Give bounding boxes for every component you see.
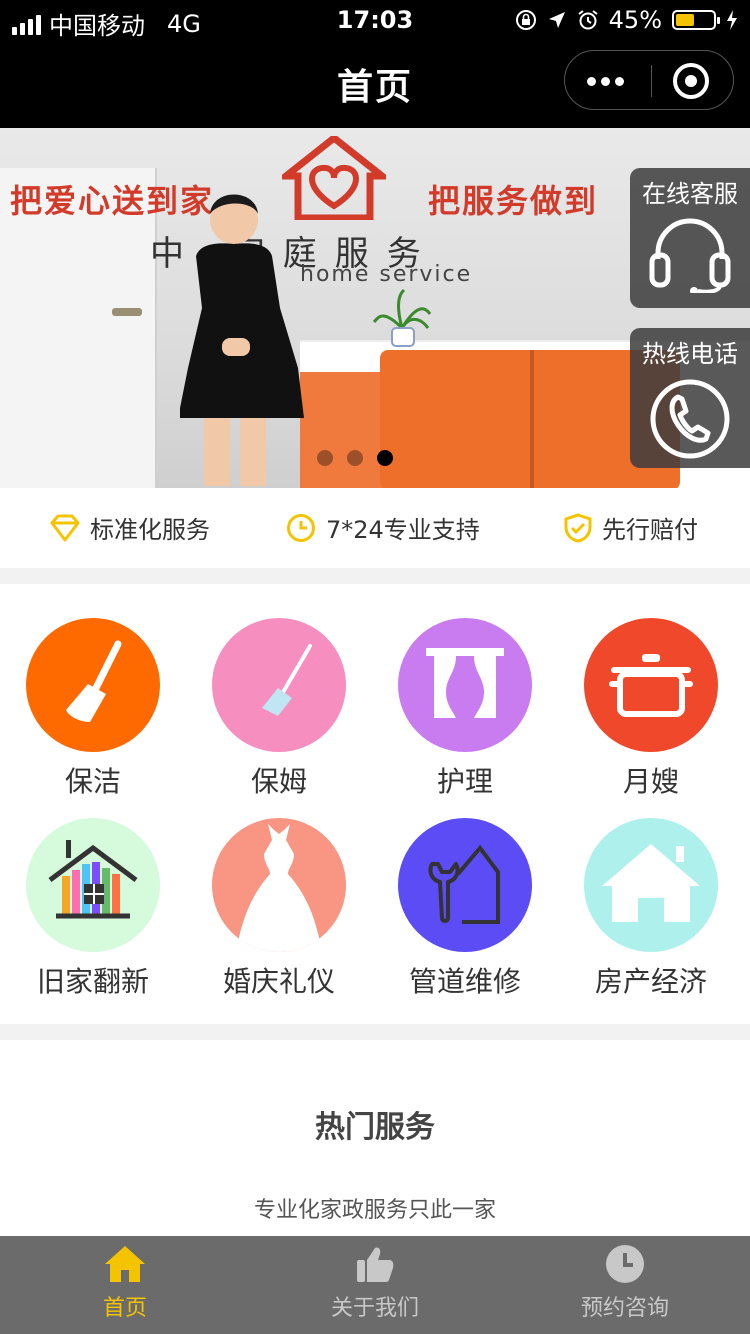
category-maternity[interactable]: 月嫂: [558, 618, 744, 800]
headset-icon: [649, 218, 731, 293]
battery-icon: [672, 10, 720, 30]
colorful-house-icon: [26, 818, 160, 952]
category-real-estate[interactable]: 房产经济: [558, 818, 744, 1000]
home-icon: [105, 1246, 145, 1282]
category-label: 房产经济: [594, 965, 707, 998]
banner-company-en: home service: [300, 262, 473, 287]
mini-program-capsule: [564, 50, 734, 110]
category-label: 月嫂: [622, 765, 679, 798]
hot-services-title: 热门服务: [315, 1110, 435, 1145]
carousel-dot[interactable]: [347, 450, 363, 466]
broom-icon: [26, 618, 160, 752]
charging-icon: [727, 10, 737, 30]
feature-label: 7*24专业支持: [326, 516, 480, 544]
features-strip: 标准化服务 7*24专业支持 先行赔付: [0, 488, 750, 568]
phone-icon: [650, 379, 730, 459]
hotline-button[interactable]: 热线电话: [630, 328, 750, 468]
curtain-icon: [398, 618, 532, 752]
feature-standard: 标准化服务: [50, 510, 210, 545]
category-nanny[interactable]: 保姆: [186, 618, 372, 800]
service-categories: 保洁 保姆 护理 月嫂 旧家翻新 婚庆礼仪 管道维修 房产经济: [0, 584, 750, 1024]
carousel-dot-active[interactable]: [377, 450, 393, 466]
clock-icon: [287, 513, 315, 542]
tab-label: 预约咨询: [580, 1296, 669, 1321]
hot-services-section: 热门服务 专业化家政服务只此一家: [0, 1040, 750, 1240]
rotation-lock-icon: [515, 10, 536, 30]
carousel-dot[interactable]: [317, 450, 333, 466]
status-right: 45%: [515, 6, 738, 34]
feature-label: 先行赔付: [602, 516, 698, 544]
more-icon[interactable]: [587, 77, 624, 86]
house-icon: [584, 818, 718, 952]
category-nursing[interactable]: 护理: [372, 618, 558, 800]
thumbs-up-icon: [357, 1247, 394, 1282]
diamond-icon: [50, 514, 80, 541]
shield-check-icon: [564, 512, 592, 543]
carousel-dots: [0, 450, 730, 466]
location-icon: [548, 12, 565, 28]
wedding-dress-icon: [212, 818, 346, 952]
pot-icon: [584, 618, 718, 752]
tab-booking[interactable]: 预约咨询: [500, 1236, 750, 1334]
tab-label: 首页: [102, 1296, 147, 1321]
nav-bar: 首页: [0, 40, 750, 128]
hotline-label: 热线电话: [642, 340, 738, 368]
close-target-icon[interactable]: [673, 63, 709, 99]
online-service-label: 在线客服: [642, 180, 738, 208]
wrench-house-icon: [398, 818, 532, 952]
category-label: 保洁: [64, 765, 121, 798]
tab-label: 关于我们: [330, 1296, 419, 1321]
feature-support: 7*24专业支持: [286, 510, 480, 545]
category-renovation[interactable]: 旧家翻新: [0, 818, 186, 1000]
hot-services-subtitle: 专业化家政服务只此一家: [253, 1198, 496, 1223]
category-wedding[interactable]: 婚庆礼仪: [186, 818, 372, 1000]
staff-photo: [180, 194, 304, 486]
banner-slogan-right: 把服务做到: [428, 182, 599, 220]
feature-label: 标准化服务: [90, 516, 210, 544]
category-label: 保姆: [250, 765, 307, 798]
tab-home[interactable]: 首页: [0, 1236, 250, 1334]
status-bar: 中国移动 4G 17:03 45%: [0, 0, 750, 40]
category-plumbing[interactable]: 管道维修: [372, 818, 558, 1000]
category-label: 婚庆礼仪: [222, 965, 335, 998]
plant-icon: [372, 288, 432, 347]
category-cleaning[interactable]: 保洁: [0, 618, 186, 800]
feature-compensation: 先行赔付: [564, 510, 698, 545]
category-label: 护理: [436, 765, 493, 798]
category-label: 旧家翻新: [36, 965, 149, 998]
online-service-button[interactable]: 在线客服: [630, 168, 750, 308]
alarm-icon: [578, 10, 598, 30]
clock-icon: [606, 1245, 644, 1283]
category-label: 管道维修: [408, 965, 521, 998]
mop-icon: [212, 618, 346, 752]
capsule-divider: [651, 65, 652, 97]
tab-about[interactable]: 关于我们: [250, 1236, 500, 1334]
battery-percent: 45%: [608, 6, 662, 34]
tab-bar: 首页 关于我们 预约咨询: [0, 1236, 750, 1334]
